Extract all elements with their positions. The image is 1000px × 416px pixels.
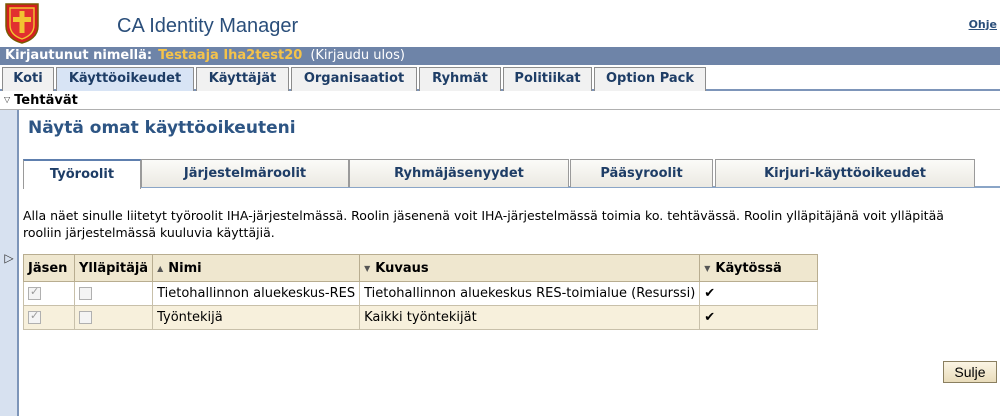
sub-tab-bar: Työroolit Järjestelmäroolit Ryhmäjäsenyy…: [23, 158, 1000, 189]
tab-option-pack[interactable]: Option Pack: [594, 67, 706, 91]
tab-paasyroolit[interactable]: Pääsyroolit: [570, 159, 713, 187]
login-bar: Kirjautunut nimellä: Testaaja Iha2test20 (…: [0, 47, 1000, 65]
tab-ryhmajasenyydet[interactable]: Ryhmäjäsenyydet: [349, 159, 569, 187]
admin-checkbox[interactable]: [79, 287, 92, 300]
tasks-label: Tehtävät: [14, 93, 78, 108]
role-name: Tietohallinnon aluekeskus-RES: [152, 281, 361, 306]
table-header-row: Jäsen Ylläpitäjä ▲ Nimi ▼ Kuvaus ▼ Käytössä: [23, 254, 819, 282]
page-title: Näytä omat käyttöoikeuteni: [28, 118, 296, 138]
side-panel-bar: ▷: [0, 110, 19, 416]
roles-description: Alla näet sinulle liitetyt työroolit IHA…: [23, 208, 944, 240]
column-description[interactable]: ▼ Kuvaus: [359, 254, 701, 282]
tab-politiikat[interactable]: Politiikat: [503, 67, 592, 91]
member-cell: [23, 305, 75, 330]
logged-in-label: Kirjautunut nimellä:: [5, 48, 153, 63]
enabled-check-icon: ✔: [699, 281, 819, 306]
sort-ascending-icon: ▲: [157, 263, 164, 273]
tab-kayttooikeudet[interactable]: Käyttöoikeudet: [56, 67, 194, 93]
admin-cell: [73, 281, 154, 306]
roles-table: Jäsen Ylläpitäjä ▲ Nimi ▼ Kuvaus ▼ Käytössä…: [23, 254, 819, 330]
sort-icon: ▼: [704, 263, 711, 273]
column-member[interactable]: Jäsen: [23, 254, 75, 282]
triangle-down-icon: ▽: [4, 95, 11, 104]
tab-kirjuri-kayttooikeudet[interactable]: Kirjuri-käyttöoikeudet: [715, 159, 975, 187]
help-link[interactable]: Ohje: [969, 18, 997, 31]
logged-in-user: Testaaja Iha2test20: [158, 48, 303, 63]
member-checkbox[interactable]: [28, 309, 41, 324]
table-row: Tietohallinnon aluekeskus-RES Tietohalli…: [23, 281, 819, 306]
admin-cell: [73, 305, 154, 330]
tasks-toggle[interactable]: ▽ Tehtävät: [0, 91, 1000, 110]
tab-jarjestelmaroolit[interactable]: Järjestelmäroolit: [141, 159, 349, 187]
admin-checkbox[interactable]: [79, 311, 92, 324]
logout-link[interactable]: (Kirjaudu ulos): [310, 48, 405, 63]
close-button[interactable]: Sulje: [943, 361, 997, 383]
tab-organisaatiot[interactable]: Organisaatiot: [291, 67, 417, 91]
role-description: Tietohallinnon aluekeskus RES-toimialue …: [359, 281, 701, 306]
tab-kayttajat[interactable]: Käyttäjät: [196, 67, 289, 91]
table-row: Työntekijä Kaikki työntekijät ✔: [23, 305, 819, 330]
app-title: CA Identity Manager: [117, 15, 299, 37]
enabled-check-icon: ✔: [699, 305, 819, 330]
role-description: Kaikki työntekijät: [359, 305, 701, 330]
sort-icon: ▼: [364, 263, 371, 273]
main-tab-bar: Koti Käyttöoikeudet Käyttäjät Organisaat…: [0, 65, 1000, 93]
member-cell: [23, 281, 75, 306]
app-header: CA Identity Manager Ohje: [0, 0, 1000, 47]
member-checkbox[interactable]: [28, 285, 41, 300]
column-admin[interactable]: Ylläpitäjä: [73, 254, 154, 282]
role-name: Työntekijä: [152, 305, 361, 330]
coat-of-arms-logo: [5, 3, 39, 44]
tab-ryhmat[interactable]: Ryhmät: [419, 67, 501, 91]
tab-koti[interactable]: Koti: [2, 67, 54, 91]
column-enabled[interactable]: ▼ Käytössä: [699, 254, 819, 282]
expand-handle-icon[interactable]: ▷: [3, 248, 15, 268]
tab-tyoroolit[interactable]: Työroolit: [23, 159, 141, 189]
column-name[interactable]: ▲ Nimi: [152, 254, 361, 282]
